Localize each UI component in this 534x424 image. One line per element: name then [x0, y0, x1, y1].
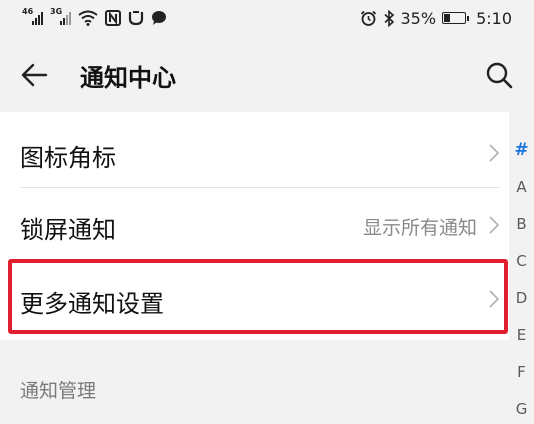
status-left: 46 3G [22, 7, 167, 29]
message-icon [151, 10, 167, 26]
cellular-signal-icon: 46 [22, 7, 43, 25]
settings-list: 图标角标 锁屏通知 显示所有通知 更多通知设置 [0, 112, 509, 340]
battery-icon [442, 12, 470, 24]
page-title: 通知中心 [80, 64, 176, 92]
index-letter[interactable]: B [509, 215, 534, 233]
index-letter[interactable]: # [509, 140, 534, 160]
cellular-signal-icon-2: 3G [50, 7, 71, 25]
index-letter[interactable]: C [509, 252, 534, 270]
status-right: 35% 5:10 [360, 7, 512, 29]
alarm-icon [360, 10, 377, 27]
network-type-label-2: 3G [50, 7, 63, 16]
arrow-left-icon[interactable] [20, 60, 50, 90]
list-item-label: 锁屏通知 [20, 216, 116, 244]
list-item-lockscreen[interactable]: 锁屏通知 显示所有通知 [0, 188, 509, 260]
chevron-right-icon [489, 144, 500, 166]
divider [20, 259, 499, 260]
status-bar: 46 3G 35% 5:10 [0, 0, 534, 36]
chevron-right-icon [489, 216, 500, 238]
index-letter[interactable]: G [509, 400, 534, 418]
chevron-right-icon [489, 290, 500, 312]
app-notification-icon [128, 10, 144, 26]
list-item-badge[interactable]: 图标角标 [0, 116, 509, 188]
list-item-label: 图标角标 [20, 144, 116, 172]
index-letter[interactable]: D [509, 289, 534, 307]
list-item-value: 显示所有通知 [362, 217, 477, 239]
nfc-icon [105, 10, 121, 26]
search-icon[interactable] [484, 60, 514, 90]
index-letter[interactable]: F [509, 363, 534, 381]
list-item-more-settings[interactable]: 更多通知设置 [0, 262, 509, 334]
network-type-label: 46 [22, 7, 34, 16]
section-header: 通知管理 [20, 380, 97, 402]
list-item-label: 更多通知设置 [20, 290, 164, 318]
alphabet-index[interactable]: # A B C D E F G [509, 112, 534, 424]
index-letter[interactable]: A [509, 178, 534, 196]
app-bar: 通知中心 [0, 36, 534, 112]
wifi-icon [78, 10, 98, 26]
clock: 5:10 [476, 8, 512, 28]
index-letter[interactable]: E [509, 326, 534, 344]
battery-percent: 35% [400, 8, 437, 28]
bluetooth-icon [383, 9, 395, 27]
